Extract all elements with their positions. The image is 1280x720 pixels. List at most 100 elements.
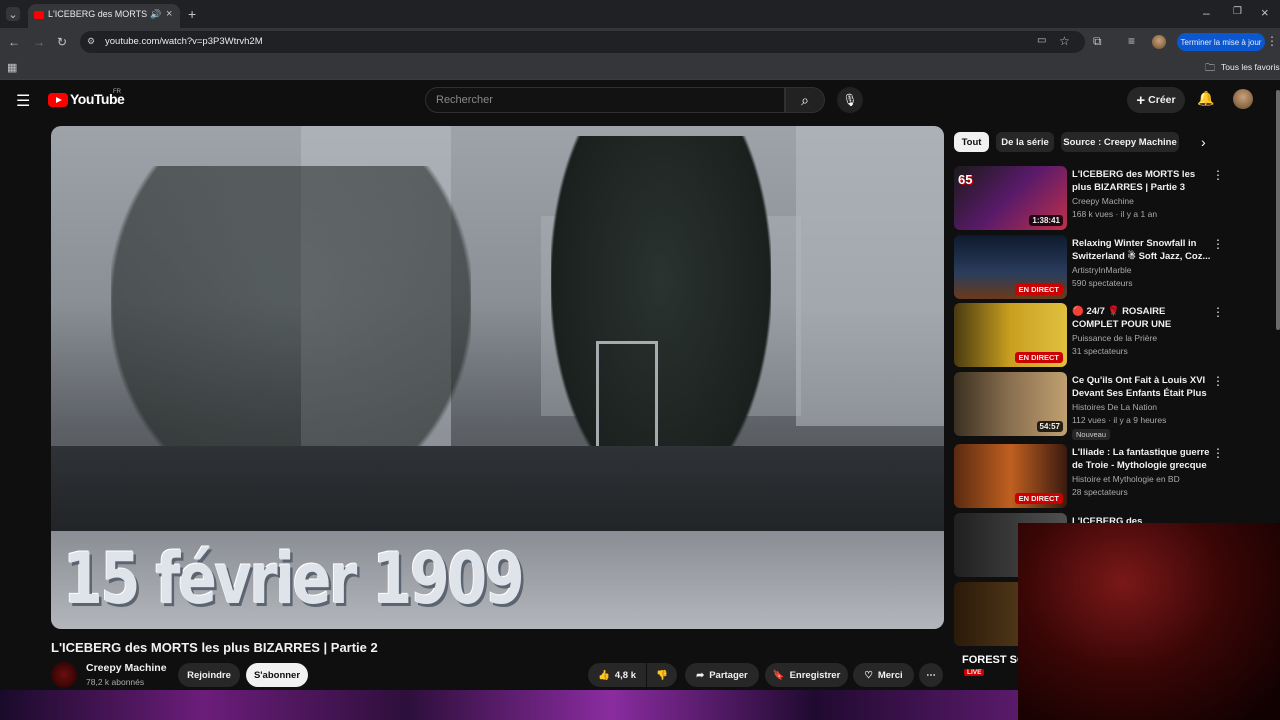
address-bar[interactable]: ⚙ youtube.com/watch?v=p3P3Wtrvh2M ▭ ☆ (80, 31, 1085, 53)
dislike-button[interactable]: 👎 (647, 663, 677, 687)
update-button[interactable]: Terminer la mise à jour (1177, 33, 1265, 51)
recommendation-item[interactable]: EN DIRECT 🔴 24/7 🌹 ROSAIRE COMPLET POUR … (954, 303, 1274, 367)
live-badge: EN DIRECT (1014, 284, 1063, 295)
subscribe-button[interactable]: S'abonner (246, 663, 308, 687)
recommendation-title[interactable]: Relaxing Winter Snowfall in Switzerland … (1072, 237, 1212, 263)
back-icon[interactable]: ← (8, 35, 20, 49)
new-badge: Nouveau (1072, 429, 1111, 440)
join-button[interactable]: Rejoindre (178, 663, 240, 687)
christmas-tree (551, 136, 771, 496)
recommendation-thumbnail[interactable]: 54:57 (954, 372, 1067, 436)
thumb-text: 65 (958, 172, 973, 187)
create-button[interactable]: + Créer (1127, 87, 1185, 113)
thanks-icon: ♡ (864, 669, 873, 681)
channel-name[interactable]: Creepy Machine (86, 662, 167, 674)
create-label: Créer (1148, 94, 1176, 106)
recommendation-channel[interactable]: Histoire et Mythologie en BD (1072, 474, 1180, 484)
duration-badge: 1:38:41 (1029, 215, 1063, 226)
duration-badge: 54:57 (1036, 421, 1063, 432)
recommendation-meta: 590 spectateurs (1072, 278, 1133, 288)
maximize-icon[interactable]: ❐ (1233, 6, 1242, 17)
tab-search-icon[interactable]: ⌄ (6, 7, 20, 21)
partial-recommendation[interactable]: FOREST SO LIVE (956, 650, 1026, 684)
live-badge: EN DIRECT (1014, 352, 1063, 363)
bookmark-star-icon[interactable]: ☆ (1059, 34, 1070, 48)
recommendation-title[interactable]: L'ICEBERG des MORTS les plus BIZARRES | … (1072, 168, 1212, 194)
plus-icon: + (1136, 91, 1146, 109)
recommendation-item[interactable]: 54:57 Ce Qu'ils Ont Fait à Louis XVI Dev… (954, 372, 1274, 440)
video-title: L'ICEBERG des MORTS les plus BIZARRES | … (51, 640, 378, 655)
recommendation-channel[interactable]: Creepy Machine (1072, 196, 1134, 206)
chip-source[interactable]: Source : Creepy Machine (1061, 132, 1179, 152)
more-options-icon[interactable]: ⋮ (1212, 374, 1224, 388)
video-player[interactable]: 15 février 1909 (51, 126, 944, 629)
live-badge: LIVE (964, 669, 985, 676)
more-options-icon[interactable]: ⋮ (1212, 168, 1224, 182)
new-tab-icon[interactable]: + (188, 6, 196, 22)
recommendation-thumbnail[interactable]: EN DIRECT (954, 444, 1067, 508)
notifications-bell-icon[interactable]: 🔔 (1197, 90, 1214, 107)
recommendation-thumbnail[interactable]: EN DIRECT (954, 303, 1067, 367)
recommendation-title[interactable]: 🔴 24/7 🌹 ROSAIRE COMPLET POUR UNE GUÉRIS… (1072, 305, 1212, 332)
microphone-icon[interactable]: 🎙 (837, 87, 863, 113)
recommendation-meta: 28 spectateurs (1072, 487, 1128, 497)
close-tab-icon[interactable]: × (166, 8, 172, 20)
youtube-logo-icon[interactable] (48, 93, 68, 107)
recommendation-item[interactable]: 65 1:38:41 L'ICEBERG des MORTS les plus … (954, 166, 1274, 230)
cast-icon[interactable]: ▭ (1037, 35, 1046, 46)
more-menu-icon[interactable]: ⋮ (1266, 34, 1278, 48)
reload-icon[interactable]: ↻ (57, 35, 67, 49)
chevron-right-icon[interactable]: › (1201, 134, 1206, 150)
hamburger-menu-icon[interactable]: ☰ (16, 91, 30, 111)
save-label: Enregistrer (789, 669, 841, 681)
recommendation-channel[interactable]: Puissance de la Prière (1072, 333, 1157, 343)
youtube-header: ☰ YouTube FR Rechercher ⌕ 🎙 + Créer 🔔 (0, 81, 1280, 119)
recommendation-meta: 168 k vues · il y a 1 an (1072, 209, 1158, 219)
recommendation-item[interactable]: EN DIRECT Relaxing Winter Snowfall in Sw… (954, 235, 1274, 299)
thumbs-up-icon: 👍 (598, 669, 610, 681)
apps-grid-icon[interactable]: ▦ (7, 61, 17, 74)
audio-icon[interactable]: 🔊 (150, 9, 161, 20)
partial-thumb-text: FOREST SO (962, 654, 1026, 666)
user-avatar[interactable] (1233, 89, 1253, 109)
youtube-favicon-icon (34, 11, 44, 19)
chip-series[interactable]: De la série (996, 132, 1054, 152)
share-button[interactable]: ➦ Partager (685, 663, 759, 687)
more-options-icon[interactable]: ⋮ (1212, 305, 1224, 319)
close-window-icon[interactable]: × (1261, 5, 1269, 20)
reading-list-icon[interactable]: ≡ (1128, 34, 1135, 48)
page-scrollbar[interactable] (1276, 90, 1280, 330)
save-button[interactable]: 🔖 Enregistrer (765, 663, 848, 687)
url-text: youtube.com/watch?v=p3P3Wtrvh2M (105, 36, 263, 47)
recommendation-title[interactable]: Ce Qu'ils Ont Fait à Louis XVI Devant Se… (1072, 374, 1212, 401)
search-icon[interactable]: ⌕ (785, 87, 825, 113)
desktop-background-strip (0, 690, 1018, 720)
share-icon: ➦ (696, 669, 705, 681)
more-actions-icon[interactable]: ⋯ (919, 663, 943, 687)
webcam-overlay (1018, 523, 1280, 720)
forward-icon[interactable]: → (33, 35, 45, 49)
recommendation-thumbnail[interactable]: EN DIRECT (954, 235, 1067, 299)
more-options-icon[interactable]: ⋮ (1212, 446, 1224, 460)
site-info-icon[interactable]: ⚙ (87, 36, 95, 47)
browser-tab[interactable]: L'ICEBERG des MORTS les p 🔊 × (28, 4, 180, 28)
recommendation-channel[interactable]: ArtistryInMarble (1072, 265, 1132, 275)
folder-icon: 🗀 (1205, 63, 1215, 74)
extensions-icon[interactable]: ⧉ (1093, 34, 1102, 49)
recommendation-thumbnail[interactable]: 65 1:38:41 (954, 166, 1067, 230)
like-button[interactable]: 👍 4,8 k (588, 663, 646, 687)
recommendation-channel[interactable]: Histoires De La Nation (1072, 402, 1157, 412)
recommendation-title[interactable]: L'Iliade : La fantastique guerre de Troi… (1072, 446, 1212, 472)
all-bookmarks-link[interactable]: Tous les favoris (1221, 62, 1280, 72)
recommendation-item[interactable]: EN DIRECT L'Iliade : La fantastique guer… (954, 444, 1274, 508)
live-badge: EN DIRECT (1014, 493, 1063, 504)
channel-avatar[interactable] (51, 662, 77, 688)
chip-all[interactable]: Tout (954, 132, 989, 152)
profile-avatar[interactable] (1152, 35, 1166, 49)
search-input[interactable]: Rechercher (425, 87, 785, 113)
like-count: 4,8 k (614, 669, 636, 681)
more-options-icon[interactable]: ⋮ (1212, 237, 1224, 251)
minimize-icon[interactable]: – (1203, 6, 1210, 20)
video-overlay-date: 15 février 1909 (63, 538, 525, 620)
thanks-button[interactable]: ♡ Merci (853, 663, 914, 687)
